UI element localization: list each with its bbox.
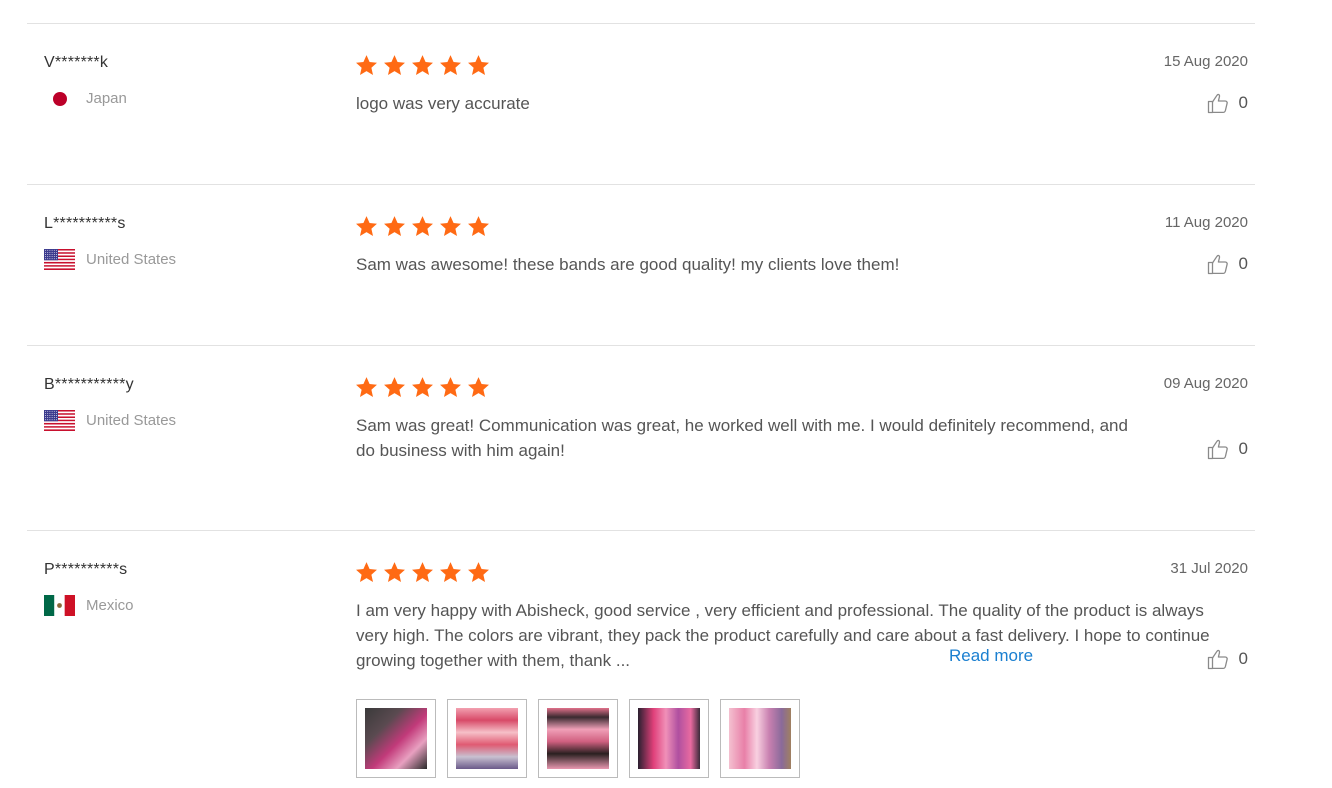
- reviewer-info: P**********s Mexico: [44, 561, 134, 616]
- star-icon: [439, 561, 462, 584]
- star-icon: [355, 215, 378, 238]
- review-item: B***********y United States Sam was grea…: [27, 345, 1255, 530]
- reviewer-name: V*******k: [44, 54, 109, 71]
- country-name: Japan: [86, 90, 127, 107]
- review-item: P**********s Mexico I am very happy with…: [27, 530, 1255, 788]
- reviewer-name: B***********y: [44, 376, 134, 393]
- review-date: 15 Aug 2020: [1163, 53, 1248, 70]
- helpful-button[interactable]: 0: [1206, 91, 1248, 115]
- star-icon: [411, 54, 434, 77]
- flag-japan-icon: [44, 88, 75, 109]
- star-icon: [355, 561, 378, 584]
- review-item: L**********s United States Sam was aweso…: [27, 184, 1255, 345]
- flag-usa-icon: [44, 410, 75, 431]
- review-photo-thumbnail[interactable]: [447, 699, 527, 778]
- star-icon: [411, 215, 434, 238]
- helpful-button[interactable]: 0: [1206, 437, 1248, 461]
- reviewer-country: United States: [44, 410, 176, 431]
- star-icon: [355, 376, 378, 399]
- helpful-count: 0: [1238, 254, 1248, 273]
- read-more-link[interactable]: Read more: [949, 646, 1033, 666]
- star-rating: [355, 215, 490, 238]
- helpful-count: 0: [1238, 649, 1248, 668]
- helpful-button[interactable]: 0: [1206, 252, 1248, 276]
- star-icon: [439, 54, 462, 77]
- reviewer-info: B***********y United States: [44, 376, 176, 431]
- reviewer-name: L**********s: [44, 215, 126, 232]
- reviewer-info: V*******k Japan: [44, 54, 127, 107]
- thumbs-up-icon: [1206, 437, 1230, 461]
- star-icon: [383, 54, 406, 77]
- review-text: Sam was great! Communication was great, …: [356, 416, 1128, 460]
- review-item: V*******k Japan logo was very accurate 1…: [27, 23, 1255, 184]
- review-photo-thumbnail[interactable]: [629, 699, 709, 778]
- reviewer-name: P**********s: [44, 561, 128, 578]
- star-icon: [467, 215, 490, 238]
- review-text: logo was very accurate: [356, 94, 530, 113]
- reviewer-country: Japan: [44, 88, 127, 109]
- reviewer-country: United States: [44, 249, 176, 270]
- country-name: United States: [86, 412, 177, 429]
- star-icon: [355, 54, 378, 77]
- helpful-button[interactable]: 0: [1206, 647, 1248, 671]
- thumbs-up-icon: [1206, 91, 1230, 115]
- review-date: 09 Aug 2020: [1163, 375, 1248, 392]
- review-photos: [356, 699, 800, 778]
- reviewer-info: L**********s United States: [44, 215, 176, 270]
- star-icon: [467, 561, 490, 584]
- thumbs-up-icon: [1206, 252, 1230, 276]
- star-icon: [383, 561, 406, 584]
- review-photo-thumbnail[interactable]: [356, 699, 436, 778]
- star-icon: [467, 54, 490, 77]
- review-text: I am very happy with Abisheck, good serv…: [356, 601, 1210, 670]
- country-name: United States: [86, 251, 177, 268]
- star-icon: [439, 215, 462, 238]
- star-icon: [439, 376, 462, 399]
- review-date: 11 Aug 2020: [1164, 214, 1248, 231]
- star-rating: [355, 561, 490, 584]
- review-text: Sam was awesome! these bands are good qu…: [356, 255, 900, 274]
- review-date: 31 Jul 2020: [1170, 560, 1248, 577]
- review-photo-thumbnail[interactable]: [538, 699, 618, 778]
- review-photo-thumbnail[interactable]: [720, 699, 800, 778]
- helpful-count: 0: [1238, 93, 1248, 112]
- flag-mexico-icon: [44, 595, 75, 616]
- star-icon: [467, 376, 490, 399]
- star-icon: [383, 215, 406, 238]
- star-rating: [355, 376, 490, 399]
- star-icon: [411, 561, 434, 584]
- country-name: Mexico: [86, 597, 134, 614]
- star-icon: [383, 376, 406, 399]
- flag-usa-icon: [44, 249, 75, 270]
- star-rating: [355, 54, 490, 77]
- star-icon: [411, 376, 434, 399]
- helpful-count: 0: [1238, 439, 1248, 458]
- thumbs-up-icon: [1206, 647, 1230, 671]
- reviewer-country: Mexico: [44, 595, 134, 616]
